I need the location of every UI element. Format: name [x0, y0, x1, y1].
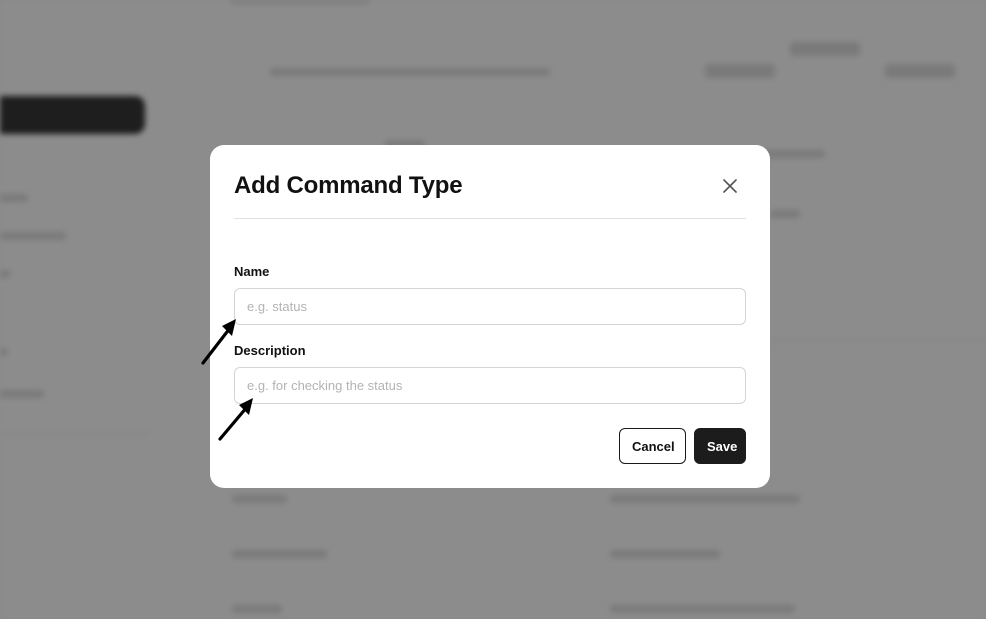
background-cell — [610, 605, 795, 613]
description-input[interactable] — [234, 367, 746, 404]
background-cell — [610, 495, 800, 503]
background-sidebar-item — [0, 194, 28, 202]
background-header-button — [790, 42, 860, 56]
dialog-actions: Cancel Save — [234, 428, 746, 464]
background-cell — [770, 210, 800, 218]
arrow-pointer-icon — [201, 319, 236, 365]
background-sidebar-item — [0, 348, 8, 356]
dialog-header: Add Command Type — [234, 169, 746, 203]
name-label: Name — [234, 264, 270, 279]
name-input[interactable] — [234, 288, 746, 325]
background-header-button — [885, 64, 955, 78]
close-button[interactable] — [718, 174, 742, 198]
description-field-group: Description — [234, 343, 746, 404]
arrow-pointer-icon — [218, 398, 253, 441]
save-button[interactable]: Save — [694, 428, 746, 464]
close-icon — [723, 179, 737, 193]
background-cell — [232, 605, 282, 613]
background-divider — [0, 433, 150, 434]
background-sidebar-item — [0, 390, 44, 398]
add-command-type-dialog: Add Command Type Name Description Cancel… — [210, 145, 770, 488]
cancel-button[interactable]: Cancel — [619, 428, 686, 464]
background-cell — [610, 550, 720, 558]
background-sidebar-item — [0, 232, 66, 240]
background-header-button — [705, 64, 775, 78]
background-cell — [232, 495, 287, 503]
description-label: Description — [234, 343, 306, 358]
dialog-title: Add Command Type — [234, 172, 463, 199]
name-field-group: Name — [234, 264, 746, 325]
background-row-divider — [770, 340, 986, 341]
background-sidebar-active-item — [0, 96, 145, 134]
background-subtitle — [270, 68, 550, 76]
header-divider — [234, 218, 746, 219]
background-header-text — [230, 0, 370, 4]
background-sidebar-item — [0, 270, 10, 278]
background-cell — [232, 550, 327, 558]
